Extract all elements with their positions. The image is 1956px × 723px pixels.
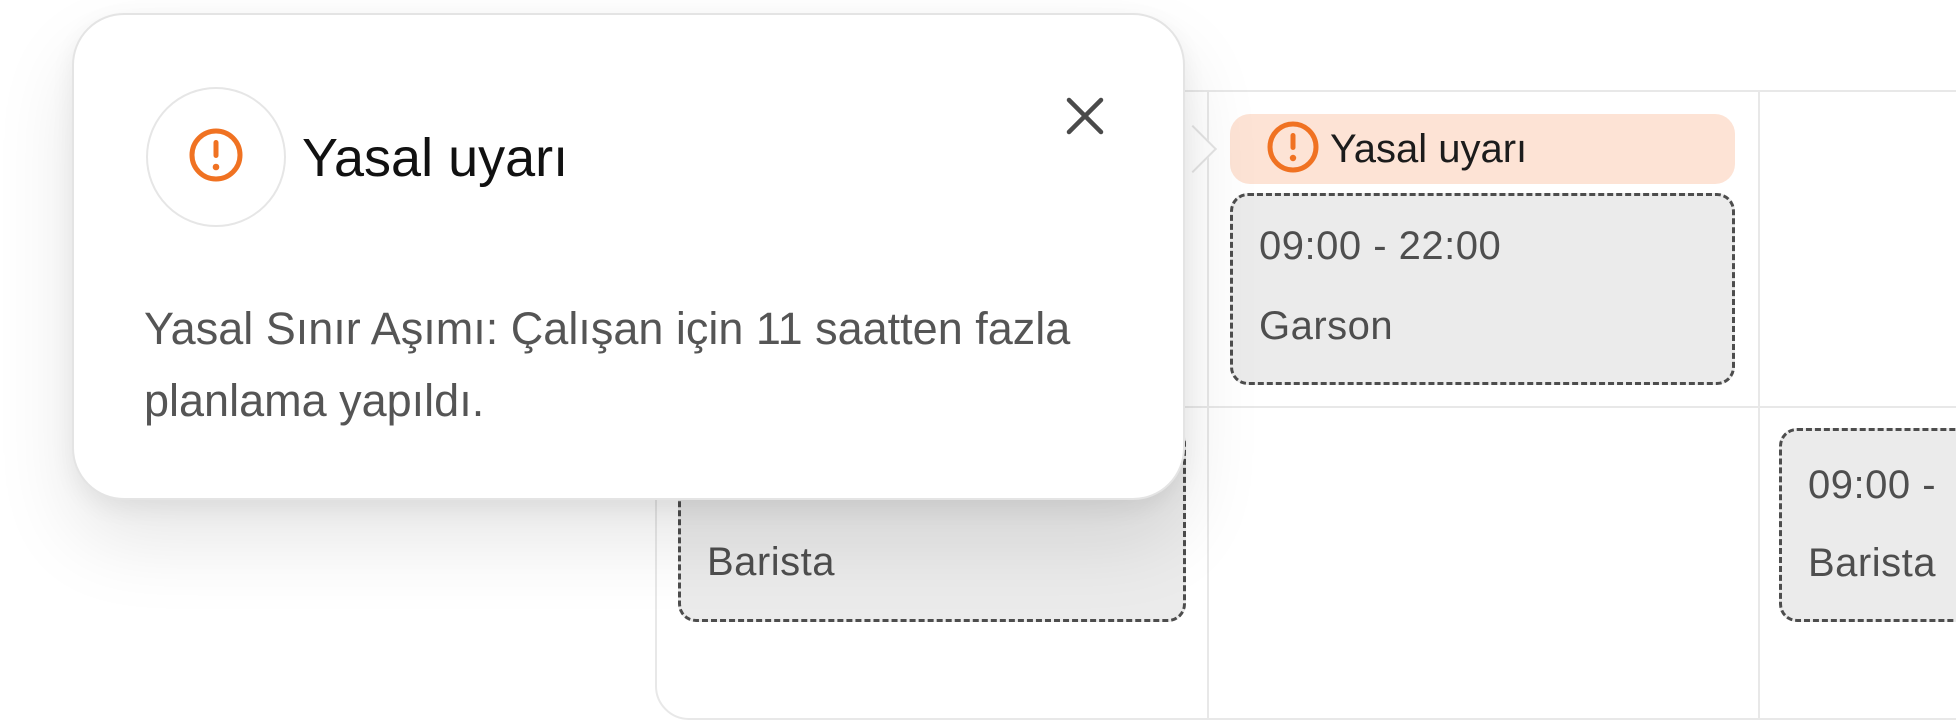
- shift-role: Barista: [707, 540, 835, 584]
- shift-role: Barista: [1808, 541, 1936, 585]
- shift-card[interactable]: 09:00 - Barista: [1779, 428, 1956, 622]
- legal-warning-chip-label: Yasal uyarı: [1330, 126, 1528, 171]
- grid-column-divider: [1758, 92, 1760, 718]
- close-button[interactable]: [1054, 87, 1116, 149]
- shift-time: 09:00 -: [1808, 463, 1937, 507]
- alert-circle-icon: [1266, 120, 1320, 179]
- popover-title: Yasal uyarı: [302, 128, 569, 188]
- popover-icon-badge: [146, 87, 286, 227]
- shift-role: Garson: [1259, 304, 1394, 348]
- shift-card[interactable]: 09:00 - 22:00 Garson: [1230, 193, 1735, 385]
- legal-warning-popover: Yasal uyarı Yasal Sınır Aşımı: Çalışan i…: [72, 13, 1185, 500]
- schedule-view: 09:00 - 22:00 Garson Barista 09:00 - Bar…: [0, 0, 1956, 723]
- grid-column-divider: [1207, 92, 1209, 718]
- popover-message: Yasal Sınır Aşımı: Çalışan için 11 saatt…: [144, 303, 1071, 426]
- legal-warning-chip[interactable]: Yasal uyarı: [1230, 114, 1735, 184]
- alert-circle-icon: [188, 127, 244, 188]
- close-icon: [1065, 96, 1105, 141]
- shift-time: 09:00 - 22:00: [1259, 224, 1502, 268]
